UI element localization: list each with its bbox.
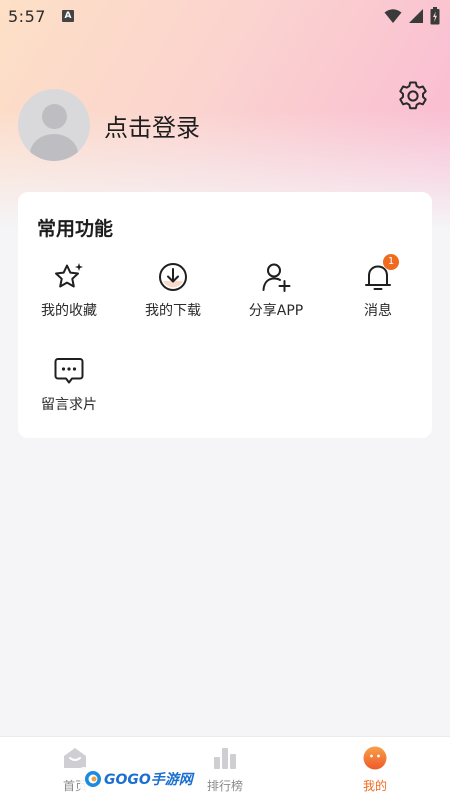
chat-bubble-icon <box>54 358 84 384</box>
login-prompt[interactable]: 点击登录 <box>104 108 200 143</box>
function-request-film[interactable]: 留言求片 <box>24 354 114 414</box>
common-functions-card: 常用功能 我的收藏 我的下载 分享APP 1 消息 留言求片 <box>18 192 432 438</box>
gear-icon <box>399 81 427 110</box>
status-bar: 5:57 A <box>0 0 450 32</box>
bottom-tab-bar: 首页 排行榜 我的 <box>0 736 450 800</box>
signal-icon <box>409 9 423 23</box>
card-title: 常用功能 <box>37 218 114 240</box>
add-user-icon <box>262 263 291 292</box>
star-sparkle-icon <box>55 263 83 288</box>
avatar-body-shape <box>30 134 78 161</box>
function-label: 留言求片 <box>41 397 97 413</box>
status-time: 5:57 <box>8 6 46 26</box>
function-label: 我的收藏 <box>41 303 97 319</box>
watermark-logo: GOGO手游网 <box>80 767 197 791</box>
function-downloads[interactable]: 我的下载 <box>128 260 218 320</box>
tab-mine[interactable]: 我的 <box>325 745 425 794</box>
gogo-logo-icon <box>85 771 101 787</box>
ranking-icon <box>214 748 236 769</box>
profile-face-icon <box>363 746 387 770</box>
function-share-app[interactable]: 分享APP <box>231 260 321 320</box>
function-label: 消息 <box>364 303 392 319</box>
function-messages[interactable]: 1 消息 <box>333 254 423 320</box>
wifi-icon <box>384 9 402 23</box>
function-label: 我的下载 <box>145 303 201 319</box>
avatar-head-shape <box>42 104 67 129</box>
notification-badge-icon: A <box>61 10 74 22</box>
watermark-text: GOGO手游网 <box>104 772 193 788</box>
message-count-badge: 1 <box>383 254 399 270</box>
tab-label: 我的 <box>362 779 387 793</box>
battery-icon <box>430 7 440 25</box>
download-icon <box>159 263 187 291</box>
function-label: 分享APP <box>248 303 304 319</box>
settings-button[interactable] <box>396 79 430 113</box>
avatar[interactable] <box>18 89 90 161</box>
profile-header[interactable]: 点击登录 <box>18 89 200 161</box>
function-favorites[interactable]: 我的收藏 <box>24 260 114 320</box>
